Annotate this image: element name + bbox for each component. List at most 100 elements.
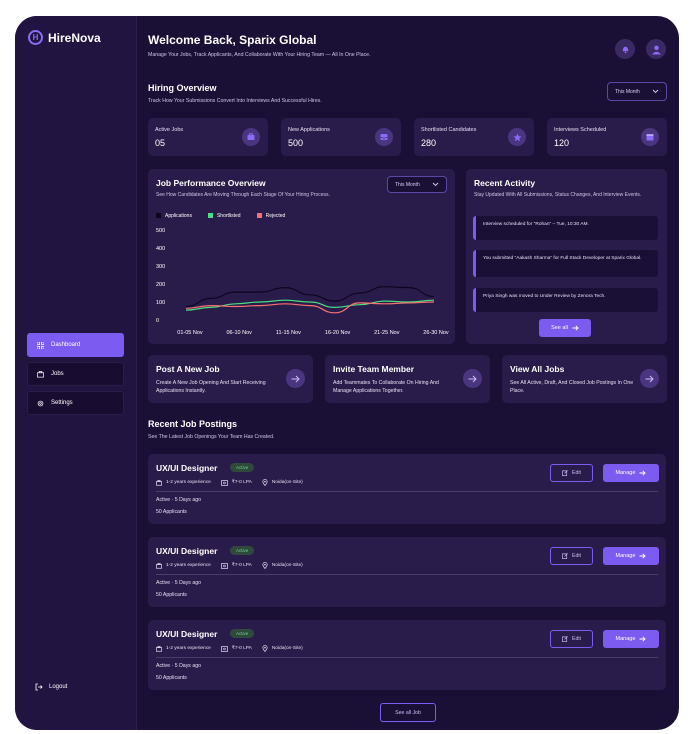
arrow-right-icon — [639, 470, 647, 476]
legend-label: Rejected — [265, 213, 286, 219]
action-title: Invite Team Member — [333, 364, 415, 374]
chevron-down-icon — [432, 182, 439, 187]
arrow-right-icon — [639, 553, 647, 559]
legend-swatch — [156, 213, 161, 218]
sidebar-item-label: Jobs — [51, 371, 64, 377]
button-label: Manage — [615, 636, 636, 642]
button-label: Manage — [615, 470, 636, 476]
location: Noida(on-Site) — [262, 645, 303, 652]
logo[interactable]: H HireNova — [28, 30, 101, 45]
inbox-icon — [375, 128, 393, 146]
x-tick-label: 01-05 Nov — [177, 330, 203, 336]
star-icon — [508, 128, 526, 146]
view-jobs-card[interactable]: View All Jobs See All Active, Draft, And… — [502, 355, 667, 403]
experience: 1-2 years experience — [156, 562, 211, 569]
y-tick-label: 100 — [156, 300, 165, 306]
x-tick-label: 11-15 Nov — [276, 330, 301, 336]
job-status: Active · 5 Days ago — [156, 497, 201, 503]
y-tick-label: 200 — [156, 282, 165, 288]
legend-label: Shortlisted — [216, 213, 241, 219]
edit-icon — [562, 636, 568, 642]
manage-button[interactable]: Manage — [603, 630, 659, 648]
legend-item: Applications — [156, 213, 192, 219]
edit-button[interactable]: Edit — [550, 630, 593, 648]
line-chart: 0 100 200 300 400 500 01-05 Nov 06-10 Nov 11-15 … — [156, 228, 449, 336]
salary-text: ₹7-0 LPA — [231, 563, 252, 568]
salary: ₹7-0 LPA — [220, 479, 252, 486]
salary: ₹7-0 LPA — [220, 562, 252, 569]
arrow-right-icon[interactable] — [286, 369, 305, 388]
x-tick-label: 26-30 Nov — [423, 330, 449, 336]
activity-item[interactable]: Interview scheduled for "Rohan" – Tue, 1… — [473, 216, 658, 240]
arrow-right-icon — [572, 325, 579, 331]
stat-value: 500 — [288, 138, 304, 148]
job-title: UX/UI Designer — [156, 546, 218, 556]
status-badge: Active — [230, 546, 255, 555]
y-tick-label: 500 — [156, 228, 165, 234]
edit-button[interactable]: Edit — [550, 464, 593, 482]
section-subtitle: See The Latest Job Openings Your Team Ha… — [148, 434, 275, 440]
activity-subtitle: Stay Updated With All Submissions, Statu… — [474, 192, 642, 198]
experience-text: 1-2 years experience — [166, 480, 211, 485]
stat-label: Active Jobs — [155, 127, 184, 133]
logout-button[interactable]: Logout — [35, 683, 67, 691]
post-job-card[interactable]: Post A New Job Create A New Job Opening … — [148, 355, 313, 403]
sidebar-item-label: Dashboard — [51, 342, 81, 348]
applicant-count: 50 Applicants — [156, 675, 187, 681]
avatar[interactable] — [646, 39, 666, 59]
manage-button[interactable]: Manage — [603, 547, 659, 565]
stat-card-interviews: Interviews Scheduled 120 — [547, 118, 667, 156]
activity-item[interactable]: You submitted "Aakash Sharma" for Full S… — [473, 250, 658, 277]
experience-text: 1-2 years experience — [166, 646, 211, 651]
money-icon — [220, 479, 228, 486]
button-label: See all Job — [395, 709, 421, 716]
button-label: Edit — [572, 470, 581, 476]
sidebar-item-jobs[interactable]: Jobs — [27, 362, 124, 386]
section-subtitle: Track How Your Submissions Convert Into … — [148, 98, 322, 104]
page-subtitle: Manage Your Jobs, Track Applicants, And … — [148, 52, 371, 58]
button-label: Manage — [615, 553, 636, 559]
invite-member-card[interactable]: Invite Team Member Add Teammates To Coll… — [325, 355, 490, 403]
main-content: Welcome Back, Sparix Global Manage Your … — [148, 16, 668, 730]
experience: 1-2 years experience — [156, 479, 211, 486]
arrow-right-icon[interactable] — [640, 369, 659, 388]
arrow-right-icon[interactable] — [463, 369, 482, 388]
sidebar-item-settings[interactable]: Settings — [27, 391, 124, 415]
legend-item: Shortlisted — [207, 213, 241, 219]
grid-icon — [37, 341, 44, 349]
dropdown-value: This Month — [395, 181, 420, 188]
edit-button[interactable]: Edit — [550, 547, 593, 565]
legend-swatch — [207, 213, 213, 218]
action-description: See All Active, Draft, And Closed Job Po… — [510, 380, 634, 394]
page-title: Welcome Back, Sparix Global — [148, 33, 317, 47]
period-dropdown[interactable]: This Month — [607, 82, 667, 101]
money-icon — [220, 562, 228, 569]
location-text: Noida(on-Site) — [271, 480, 303, 485]
legend-item: Rejected — [256, 213, 286, 219]
edit-icon — [562, 470, 568, 476]
stat-label: New Applications — [288, 127, 330, 133]
experience-text: 1-2 years experience — [166, 563, 211, 568]
applicant-count: 50 Applicants — [156, 509, 187, 515]
button-label: See all — [551, 325, 568, 331]
briefcase-icon — [156, 562, 162, 569]
briefcase-icon — [242, 128, 260, 146]
experience: 1-2 years experience — [156, 645, 211, 652]
logo-icon: H — [28, 30, 43, 45]
see-all-activity-button[interactable]: See all — [539, 319, 591, 337]
chart-period-dropdown[interactable]: This Month — [387, 176, 447, 193]
see-all-jobs-button[interactable]: See all Job — [380, 703, 436, 722]
x-tick-label: 21-25 Nov — [374, 330, 400, 336]
manage-button[interactable]: Manage — [603, 464, 659, 482]
activity-item[interactable]: Priya Singh was moved to Under Review by… — [473, 288, 658, 312]
notifications-button[interactable] — [615, 39, 635, 59]
legend-label: Applications — [165, 213, 192, 219]
bell-icon — [622, 46, 628, 53]
y-tick-label: 300 — [156, 264, 165, 270]
sidebar-item-label: Settings — [51, 400, 73, 406]
app-name: HireNova — [48, 30, 101, 45]
activity-text: Interview scheduled for "Rohan" – Tue, 1… — [483, 222, 589, 227]
sidebar-item-dashboard[interactable]: Dashboard — [27, 333, 124, 357]
button-label: Edit — [572, 553, 581, 559]
legend-swatch — [256, 213, 262, 218]
